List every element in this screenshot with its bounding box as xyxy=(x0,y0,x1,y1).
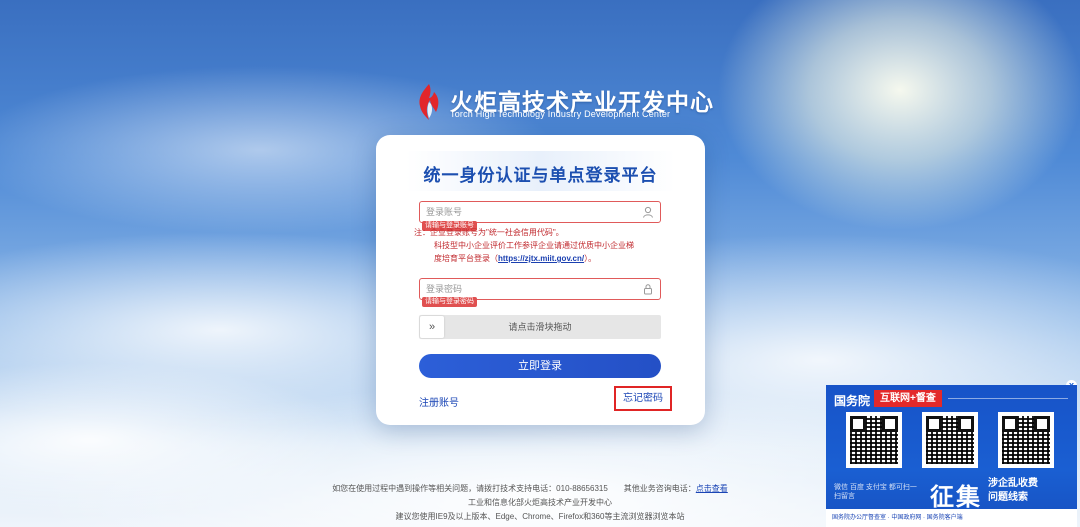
slide-captcha[interactable]: 请点击滑块拖动 » xyxy=(419,315,661,339)
account-note-line1: 注：企业登录账号为"统一社会信用代码"。 xyxy=(414,228,564,237)
ad-small-text: 微信 百度 支付宝 都可扫一扫留言 xyxy=(834,484,917,500)
lock-icon xyxy=(644,284,652,295)
logo-english-name: Torch High Technology Industry Developme… xyxy=(450,109,671,119)
ad-big-text: 征集 xyxy=(930,484,982,511)
qr-code-2 xyxy=(922,412,978,468)
ad-divider xyxy=(948,398,1068,399)
torch-logo-icon xyxy=(419,84,439,120)
business-contact-link[interactable]: 点击查看 xyxy=(696,484,728,493)
qr-code-1 xyxy=(846,412,902,468)
password-input[interactable] xyxy=(420,279,630,299)
brand-logo: 火炬高技术产业开发中心 Torch High Technology Indust… xyxy=(414,82,713,122)
account-note-line3: 度培育平台登录（https://zjtx.miit.gov.cn/）。 xyxy=(434,252,684,265)
ad-side-line1: 涉企乱收费 xyxy=(988,478,1038,489)
ad-badge: 互联网+督查 xyxy=(874,390,942,407)
user-icon xyxy=(643,206,653,218)
slider-label: 请点击滑块拖动 xyxy=(508,322,572,332)
ad-side-line2: 问题线索 xyxy=(988,492,1028,503)
login-button[interactable]: 立即登录 xyxy=(419,354,661,378)
forgot-password-link[interactable]: 忘记密码 xyxy=(614,386,672,411)
login-card: 统一身份认证与单点登录平台 请输与登录账号 注：企业登录账号为"统一社会信用代码… xyxy=(376,135,705,425)
miit-platform-link[interactable]: https://zjtx.miit.gov.cn/ xyxy=(498,254,584,263)
note-prefix: 度培育平台登录（ xyxy=(434,254,498,263)
support-text: 如您在使用过程中遇到操作等相关问题，请拨打技术支持电话：010-88656315 xyxy=(332,484,608,493)
slider-handle[interactable]: » xyxy=(420,316,444,338)
supervision-ad-panel[interactable]: 国务院 互联网+督查 微信 百度 支付宝 都可扫一扫留言 征集 涉企乱收费 问题… xyxy=(826,385,1077,527)
note-suffix: ）。 xyxy=(584,254,597,263)
account-note-line2: 科技型中小企业评价工作参评企业请通过优质中小企业梯 xyxy=(434,241,634,250)
password-error-tag: 请输与登录密码 xyxy=(422,297,477,307)
login-title: 统一身份认证与单点登录平台 xyxy=(423,166,658,185)
account-field[interactable] xyxy=(419,201,661,223)
ad-footer: 国务院办公厅督查室 · 中国政府网 · 国务院客户端 xyxy=(826,509,1077,527)
qr-code-3 xyxy=(998,412,1054,468)
register-link[interactable]: 注册账号 xyxy=(419,394,459,409)
ad-side-text: 涉企乱收费 问题线索 xyxy=(988,477,1038,505)
ad-title: 国务院 xyxy=(834,394,871,408)
account-input[interactable] xyxy=(420,202,630,222)
business-text: 其他业务咨询电话： xyxy=(623,484,696,493)
